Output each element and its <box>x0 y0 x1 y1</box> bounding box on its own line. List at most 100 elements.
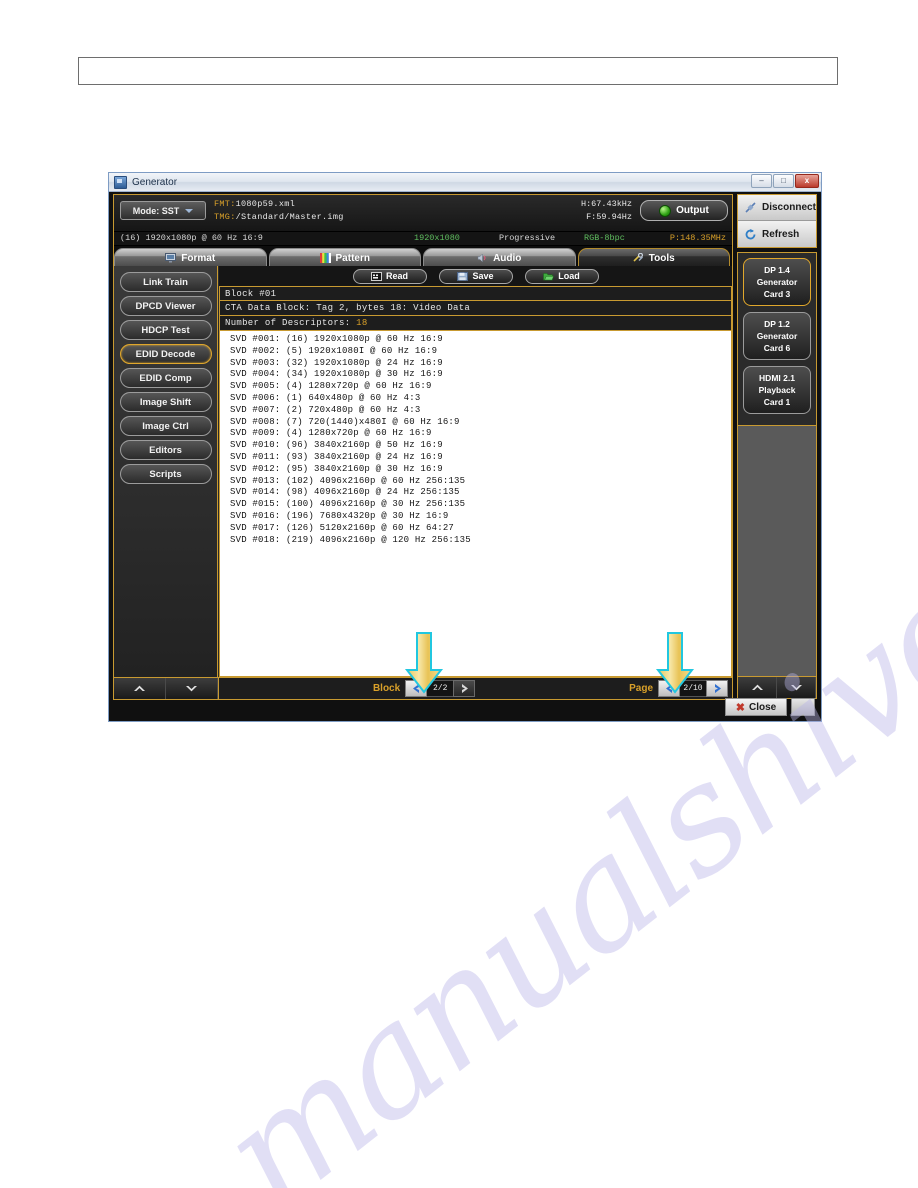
card-hdmi21-playback-1[interactable]: HDMI 2.1 Playback Card 1 <box>743 366 811 414</box>
device-scroll-up-button[interactable] <box>738 677 777 698</box>
card-line-2: Playback <box>758 385 796 395</box>
info-color-depth: RGB-8bpc <box>584 233 625 243</box>
tab-tools-label: Tools <box>648 252 675 264</box>
sidebar-item-editors[interactable]: Editors <box>119 440 212 460</box>
mode-select-button[interactable]: Mode: SST <box>120 201 206 220</box>
sidebar-item-image-shift[interactable]: Image Shift <box>119 392 212 412</box>
list-item: SVD #005: (4) 1280x720p @ 60 Hz 16:9 <box>230 381 432 392</box>
disconnect-label: Disconnect <box>762 202 816 213</box>
chevron-down-icon <box>185 208 194 213</box>
chevron-down-icon <box>790 685 802 691</box>
refresh-label: Refresh <box>762 228 800 240</box>
tmg-value: /Standard/Master.img <box>235 212 344 222</box>
sidebar-item-hdcp-test[interactable]: HDCP Test <box>119 320 212 340</box>
block-next-button[interactable] <box>453 680 476 697</box>
list-item: SVD #016: (196) 7680x4320p @ 30 Hz 16:9 <box>230 510 449 521</box>
refresh-button[interactable]: Refresh <box>738 221 816 247</box>
sidebar-item-image-ctrl[interactable]: Image Ctrl <box>119 416 212 436</box>
card-line-3: Card 6 <box>763 343 791 353</box>
device-scroll-down-button[interactable] <box>777 677 816 698</box>
sidebar-item-edid-decode[interactable]: EDID Decode <box>119 344 212 364</box>
top-empty-box <box>78 57 838 85</box>
output-status-led-icon <box>659 204 672 217</box>
svd-list[interactable]: SVD #001: (16) 1920x1080p @ 60 Hz 16:9 S… <box>219 331 732 677</box>
floppy-disk-icon <box>457 271 469 281</box>
sidebar-item-scripts[interactable]: Scripts <box>119 464 212 484</box>
connection-button-group: Disconnect Refresh <box>737 194 817 248</box>
list-item: SVD #004: (34) 1920x1080p @ 30 Hz 16:9 <box>230 369 443 380</box>
list-item: SVD #001: (16) 1920x1080p @ 60 Hz 16:9 <box>230 334 443 344</box>
list-item: SVD #013: (102) 4096x2160p @ 60 Hz 256:1… <box>230 475 466 486</box>
fmt-label: FMT: <box>214 199 236 209</box>
scroll-down-button[interactable] <box>166 678 218 699</box>
window-body: Mode: SST FMT:1080p59.xml TMG:/Standard/… <box>109 192 821 721</box>
descriptor-count-row: Number of Descriptors: 18 <box>219 316 732 331</box>
card-dp14-generator-3[interactable]: DP 1.4 Generator Card 3 <box>743 258 811 306</box>
list-item: SVD #011: (93) 3840x2160p @ 24 Hz 16:9 <box>230 451 443 462</box>
tab-format[interactable]: Format <box>114 248 267 267</box>
list-item: SVD #009: (4) 1280x720p @ 60 Hz 16:9 <box>230 428 432 439</box>
chevron-up-icon <box>751 684 763 690</box>
card-line-2: Generator <box>756 277 798 287</box>
block-nav-annotation-arrow <box>404 632 444 694</box>
format-file-line: FMT:1080p59.xml <box>214 199 295 209</box>
output-toggle-button[interactable]: Output <box>640 200 728 221</box>
edid-decode-panel: Read Save Load Block #01 CTA Data Block:… <box>219 266 732 677</box>
folder-open-icon <box>543 272 555 280</box>
resize-grip[interactable] <box>791 698 815 716</box>
close-window-button[interactable]: x <box>795 174 819 188</box>
chip-icon <box>370 271 382 281</box>
list-item: SVD #012: (95) 3840x2160p @ 30 Hz 16:9 <box>230 463 443 474</box>
list-item: SVD #002: (5) 1920x1080I @ 60 Hz 16:9 <box>230 345 438 356</box>
list-item: SVD #017: (126) 5120x2160p @ 60 Hz 64:27 <box>230 522 455 533</box>
card-line-1: HDMI 2.1 <box>759 373 795 383</box>
device-scroll-group <box>737 677 817 699</box>
load-button[interactable]: Load <box>524 268 599 284</box>
list-item: SVD #008: (7) 720(1440)x480I @ 60 Hz 16:… <box>230 416 460 427</box>
window-title-bar: Generator – □ x <box>109 173 821 192</box>
tab-format-label: Format <box>181 252 216 264</box>
sidebar-item-link-train[interactable]: Link Train <box>119 272 212 292</box>
save-button[interactable]: Save <box>438 268 513 284</box>
card-line-1: DP 1.2 <box>764 319 790 329</box>
device-panel-filler <box>737 426 817 677</box>
list-item: SVD #018: (219) 4096x2160p @ 120 Hz 256:… <box>230 534 471 545</box>
tab-pattern[interactable]: Pattern <box>268 248 421 267</box>
list-item: SVD #006: (1) 640x480p @ 60 Hz 4:3 <box>230 392 421 403</box>
block-title-row: Block #01 <box>219 286 732 301</box>
generator-window: Generator – □ x Mode: SST FMT:1080p59.xm… <box>108 172 822 722</box>
arrow-right-icon <box>714 684 721 693</box>
fmt-value: 1080p59.xml <box>235 199 296 209</box>
list-item: SVD #003: (32) 1920x1080p @ 24 Hz 16:9 <box>230 357 443 368</box>
tab-audio[interactable]: Audio <box>423 248 576 267</box>
read-button[interactable]: Read <box>352 268 427 284</box>
edid-io-button-row: Read Save Load <box>219 266 732 286</box>
list-item: SVD #015: (100) 4096x2160p @ 30 Hz 256:1… <box>230 499 466 510</box>
info-resolution: (16) 1920x1080p @ 60 Hz 16:9 <box>120 233 263 243</box>
scroll-up-button[interactable] <box>114 678 166 699</box>
close-button[interactable]: ✖ Close <box>725 698 787 716</box>
monitor-icon <box>165 253 177 263</box>
close-label: Close <box>748 701 777 713</box>
speaker-icon <box>477 253 486 263</box>
page-next-button[interactable] <box>706 680 729 697</box>
tab-tools[interactable]: Tools <box>577 248 730 267</box>
sidebar-item-dpcd-viewer[interactable]: DPCD Viewer <box>119 296 212 316</box>
f-frequency: F:59.94Hz <box>586 212 632 222</box>
tool-work-area: Link Train DPCD Viewer HDCP Test EDID De… <box>114 266 732 677</box>
list-item: SVD #014: (98) 4096x2160p @ 24 Hz 256:13… <box>230 487 460 498</box>
page-nav-annotation-arrow <box>655 632 695 694</box>
minimize-button[interactable]: – <box>751 174 772 188</box>
info-native-resolution: 1920x1080 <box>414 233 460 243</box>
info-scan-mode: Progressive <box>499 233 556 243</box>
card-line-1: DP 1.4 <box>764 265 790 275</box>
sidebar-item-edid-comp[interactable]: EDID Comp <box>119 368 212 388</box>
list-item: SVD #010: (96) 3840x2160p @ 50 Hz 16:9 <box>230 440 443 451</box>
block-nav-label: Block <box>372 683 401 694</box>
disconnect-plug-icon <box>745 202 756 213</box>
maximize-button[interactable]: □ <box>773 174 794 188</box>
color-bars-icon <box>319 253 331 263</box>
card-dp12-generator-6[interactable]: DP 1.2 Generator Card 6 <box>743 312 811 360</box>
disconnect-button[interactable]: Disconnect <box>738 195 816 221</box>
data-block-row: CTA Data Block: Tag 2, bytes 18: Video D… <box>219 301 732 316</box>
